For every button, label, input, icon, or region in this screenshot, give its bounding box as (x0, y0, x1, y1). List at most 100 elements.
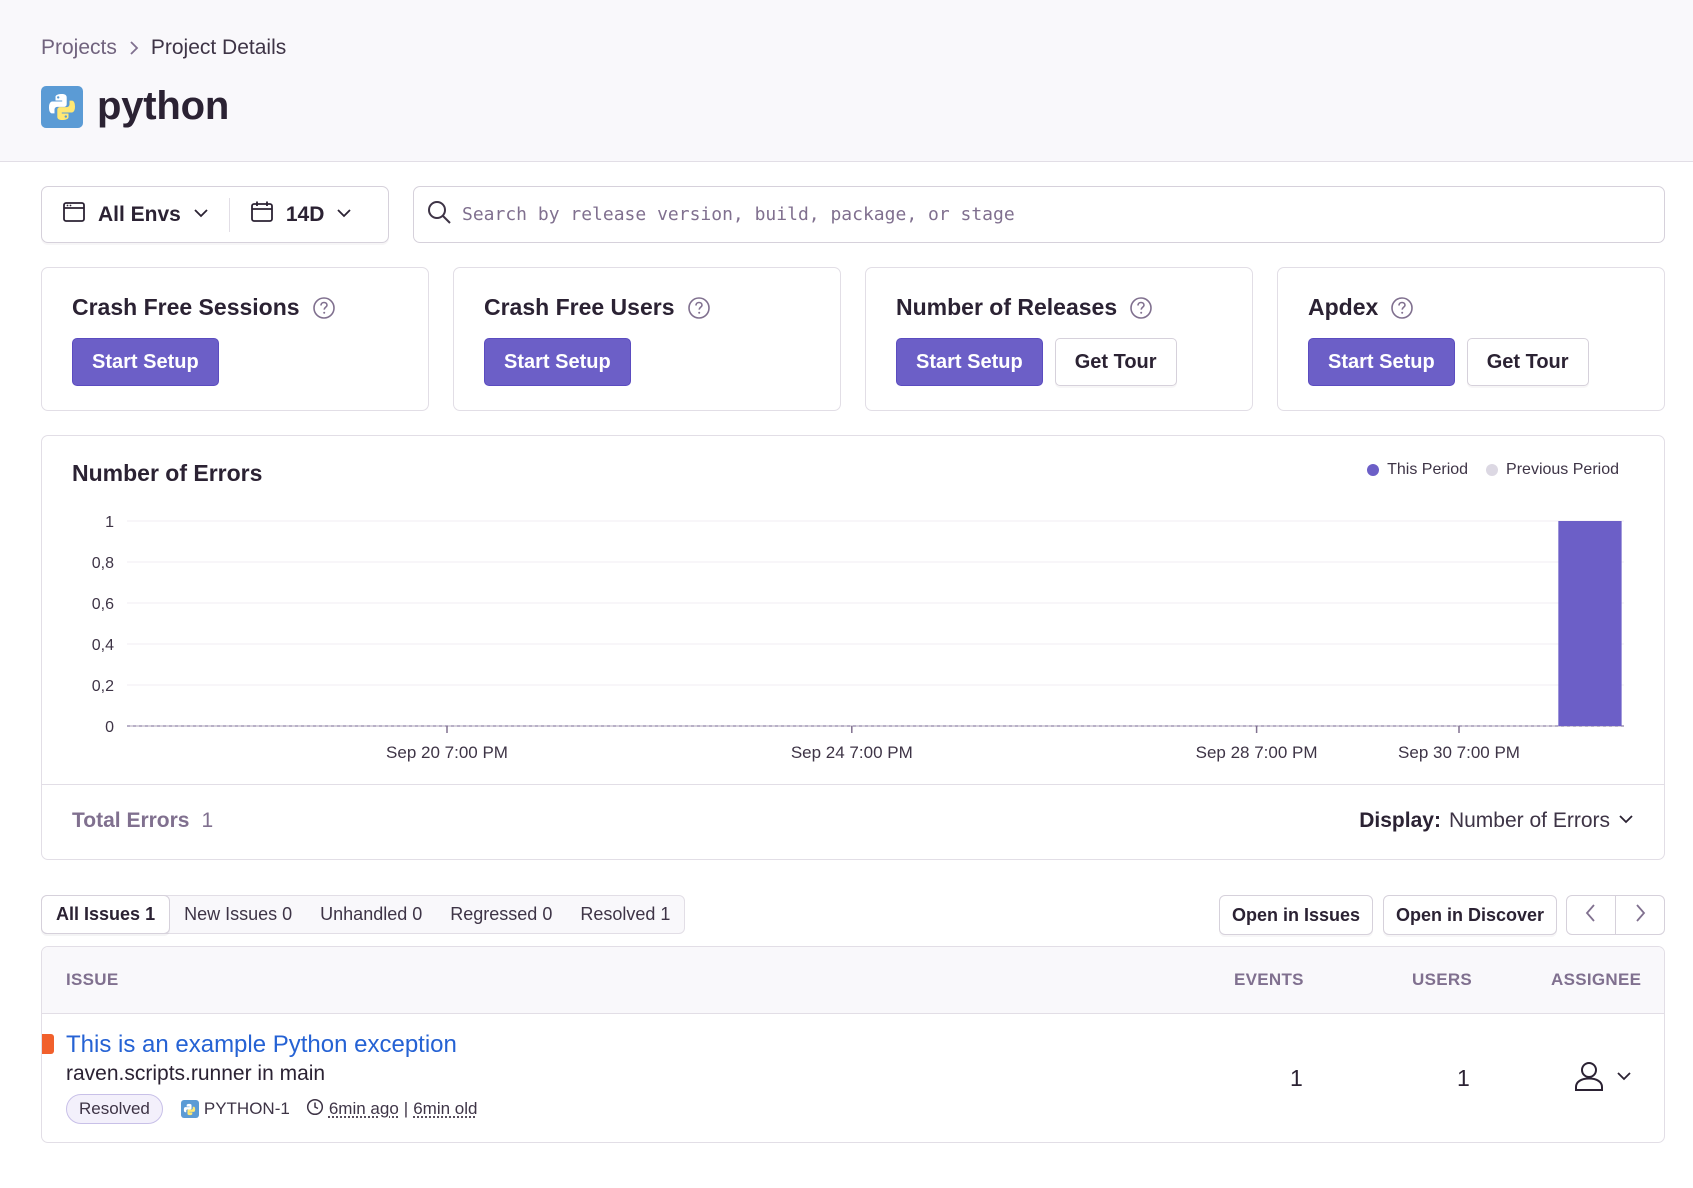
question-icon[interactable] (312, 296, 336, 320)
environment-selector[interactable]: All Envs (42, 187, 229, 242)
card-title-text: Number of Releases (896, 294, 1118, 320)
page-header: Projects Project Details python (0, 0, 1693, 162)
python-logo-icon (41, 85, 83, 128)
chevron-down-icon (336, 203, 352, 227)
bar-this-period (1558, 521, 1622, 726)
start-setup-button[interactable]: Start Setup (896, 338, 1043, 386)
question-icon[interactable] (1129, 296, 1153, 320)
tab-regressed[interactable]: Regressed 0 (436, 896, 566, 933)
open-in-discover-button[interactable]: Open in Discover (1383, 895, 1558, 935)
legend-dot-icon (1486, 464, 1499, 476)
y-tick-label: 0,8 (92, 555, 114, 572)
table-header: ISSUE EVENTS USERS ASSIGNEE (42, 947, 1664, 1014)
card-title: Crash Free Sessions (72, 294, 336, 321)
chevron-right-icon (1633, 903, 1647, 928)
number-of-releases-card: Number of Releases Start Setup Get Tour (865, 267, 1253, 411)
tab-label: All Issues (56, 904, 141, 924)
tab-unhandled[interactable]: Unhandled 0 (306, 896, 436, 933)
breadcrumb-projects-link[interactable]: Projects (41, 36, 117, 60)
card-actions: Start Setup Get Tour (896, 338, 1177, 386)
chart-footer: Total Errors 1 Display: Number of Errors (42, 784, 1664, 860)
previous-page-button[interactable] (1567, 896, 1615, 934)
release-search-input[interactable] (462, 204, 1642, 225)
events-count: 1 (1290, 1065, 1303, 1091)
chevron-down-icon (193, 203, 209, 227)
column-users: USERS (1412, 970, 1473, 989)
total-errors-value: 1 (201, 809, 214, 832)
tab-label: Resolved (580, 904, 656, 924)
next-page-button[interactable] (1615, 896, 1664, 934)
tab-all-issues[interactable]: All Issues 1 (41, 895, 171, 934)
environment-icon (62, 200, 86, 230)
legend-label: This Period (1387, 461, 1469, 478)
display-selector[interactable]: Display: Number of Errors (1359, 809, 1634, 833)
errors-chart-panel: 0 0,2 0,4 0,6 0,8 1 Sep 20 7:00 PM Sep 24 7:00 … (41, 435, 1665, 860)
get-tour-button[interactable]: Get Tour (1054, 338, 1177, 386)
project-title-row: python (41, 84, 229, 129)
short-id-text: PYTHON-1 (203, 1099, 290, 1118)
column-assignee: ASSIGNEE (1551, 970, 1642, 989)
issue-title-link[interactable]: This is an example Python exception (66, 1031, 457, 1059)
chart-title: Number of Errors (72, 460, 263, 486)
tab-count: 0 (282, 904, 293, 924)
tab-resolved[interactable]: Resolved 1 (566, 896, 684, 933)
start-setup-button[interactable]: Start Setup (1308, 338, 1455, 386)
legend-previous-period[interactable]: Previous Period (1486, 461, 1619, 479)
issue-meta: Resolved PYTHON-1 6min ago | 6min old (66, 1094, 477, 1124)
date-range-label: 14D (285, 202, 325, 226)
tab-label: Unhandled (320, 904, 408, 924)
release-search-bar (413, 186, 1665, 243)
card-actions: Start Setup (484, 338, 631, 386)
crash-free-users-card: Crash Free Users Start Setup (453, 267, 841, 411)
legend-this-period[interactable]: This Period (1367, 461, 1468, 479)
calendar-icon (250, 200, 274, 230)
date-range-selector[interactable]: 14D (230, 187, 373, 242)
display-label: Display: (1359, 809, 1441, 832)
chevron-down-icon (1618, 809, 1634, 833)
users-count: 1 (1457, 1065, 1470, 1091)
display-value: Number of Errors (1448, 809, 1610, 832)
issues-table: ISSUE EVENTS USERS ASSIGNEE This is an e… (41, 946, 1665, 1143)
y-tick-label: 1 (105, 514, 114, 531)
card-actions: Start Setup (72, 338, 219, 386)
time-separator: | (403, 1099, 409, 1118)
first-seen: 6min old (413, 1099, 478, 1118)
python-logo-icon (180, 1100, 199, 1118)
last-seen: 6min ago (328, 1099, 399, 1118)
y-tick-label: 0,4 (92, 637, 114, 654)
issue-filter-tabs: All Issues 1 New Issues 0 Unhandled 0 Re… (41, 895, 686, 934)
card-title: Number of Releases (896, 294, 1153, 321)
clock-icon (306, 1098, 324, 1121)
issue-short-id: PYTHON-1 (180, 1099, 290, 1119)
start-setup-button[interactable]: Start Setup (72, 338, 219, 386)
pagination (1566, 895, 1665, 935)
page-title: python (97, 84, 230, 128)
question-icon[interactable] (1390, 296, 1414, 320)
tab-count: 1 (660, 904, 671, 924)
environment-label: All Envs (98, 202, 181, 226)
tab-label: New Issues (184, 904, 278, 924)
open-in-issues-button[interactable]: Open in Issues (1219, 895, 1374, 935)
y-tick-label: 0,6 (92, 596, 114, 613)
total-errors-label: Total Errors (72, 809, 190, 832)
question-icon[interactable] (687, 296, 711, 320)
column-issue: ISSUE (66, 970, 119, 989)
card-actions: Start Setup Get Tour (1308, 338, 1589, 386)
status-badge: Resolved (66, 1094, 163, 1124)
tab-count: 0 (412, 904, 423, 924)
x-tick-label: Sep 24 7:00 PM (791, 743, 913, 762)
get-tour-button[interactable]: Get Tour (1466, 338, 1589, 386)
page-filter-bar: All Envs 14D (41, 186, 389, 243)
search-icon (426, 199, 452, 230)
errors-chart: 0 0,2 0,4 0,6 0,8 1 Sep 20 7:00 PM Sep 24 7:00 … (92, 514, 1624, 762)
x-tick-label: Sep 20 7:00 PM (386, 743, 508, 762)
user-icon (1572, 1059, 1606, 1098)
issue-culprit: raven.scripts.runner in main (66, 1062, 326, 1085)
legend-label: Previous Period (1506, 461, 1619, 478)
y-tick-label: 0,2 (92, 678, 114, 695)
x-tick-label: Sep 28 7:00 PM (1196, 743, 1318, 762)
tab-new-issues[interactable]: New Issues 0 (170, 896, 306, 933)
start-setup-button[interactable]: Start Setup (484, 338, 631, 386)
card-title-text: Crash Free Users (484, 294, 675, 320)
assignee-selector[interactable] (1572, 1059, 1632, 1098)
